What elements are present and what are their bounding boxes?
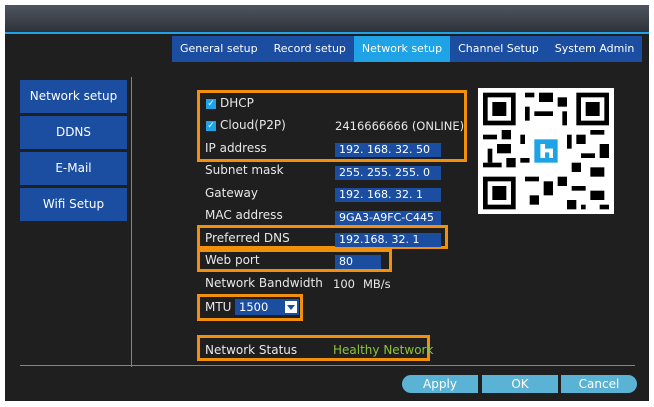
network-status-label: Network Status [205, 343, 298, 357]
mtu-value: 1500 [239, 300, 269, 314]
sidebar: Network setup DDNS E-Mail Wifi Setup [20, 80, 127, 224]
cloud-checkbox[interactable]: ✓ [206, 121, 216, 131]
dhcp-checkbox[interactable]: ✓ [206, 99, 216, 109]
cloud-label: Cloud(P2P) [220, 118, 286, 132]
network-status-value: Healthy Network [333, 343, 434, 357]
tab-system-admin[interactable]: System Admin [546, 36, 643, 62]
apply-button[interactable]: Apply [402, 375, 478, 393]
gateway-field[interactable]: 192. 168. 32. 1 [335, 188, 441, 202]
cloud-id-value: 2416666666 (ONLINE) [335, 119, 465, 133]
web-port-field[interactable]: 80 [335, 255, 381, 269]
qr-code-icon [478, 88, 614, 214]
dns-label: Preferred DNS [205, 231, 290, 245]
sidebar-item-email[interactable]: E-Mail [20, 152, 127, 185]
ip-label: IP address [205, 141, 267, 155]
dropdown-arrow-icon[interactable] [285, 301, 297, 313]
webport-label: Web port [205, 253, 260, 267]
ip-address-field[interactable]: 192. 168. 32. 50 [335, 143, 441, 157]
preferred-dns-field[interactable]: 192.168. 32. 1 [335, 233, 441, 247]
tab-bar: General setup Record setup Network setup… [172, 36, 643, 62]
tab-general-setup[interactable]: General setup [172, 36, 266, 62]
bandwidth-unit: MB/s [363, 277, 391, 291]
sidebar-item-wifi-setup[interactable]: Wifi Setup [20, 188, 127, 221]
title-bar [5, 5, 649, 34]
mac-label: MAC address [205, 208, 283, 222]
sidebar-item-network-setup[interactable]: Network setup [20, 80, 127, 113]
sidebar-item-ddns[interactable]: DDNS [20, 116, 127, 149]
vertical-divider [131, 77, 132, 367]
ok-button[interactable]: OK [482, 375, 558, 393]
tab-record-setup[interactable]: Record setup [265, 36, 354, 62]
tab-network-setup[interactable]: Network setup [353, 36, 451, 62]
gateway-label: Gateway [205, 186, 259, 200]
dhcp-label: DHCP [220, 96, 254, 110]
tab-channel-setup[interactable]: Channel Setup [450, 36, 547, 62]
horizontal-divider [20, 365, 635, 366]
mac-address-field: 9GA3-A9FC-C445 [335, 211, 441, 225]
bandwidth-label: Network Bandwidth [205, 276, 323, 290]
mtu-label: MTU [205, 300, 232, 314]
mtu-select[interactable]: 1500 [235, 299, 299, 315]
subnet-mask-field[interactable]: 255. 255. 255. 0 [335, 166, 441, 180]
screen: General setup Record setup Network setup… [5, 5, 649, 401]
app-window: General setup Record setup Network setup… [0, 0, 654, 407]
bandwidth-value: 100 [333, 277, 355, 291]
cancel-button[interactable]: Cancel [561, 375, 637, 393]
subnet-label: Subnet mask [205, 163, 284, 177]
